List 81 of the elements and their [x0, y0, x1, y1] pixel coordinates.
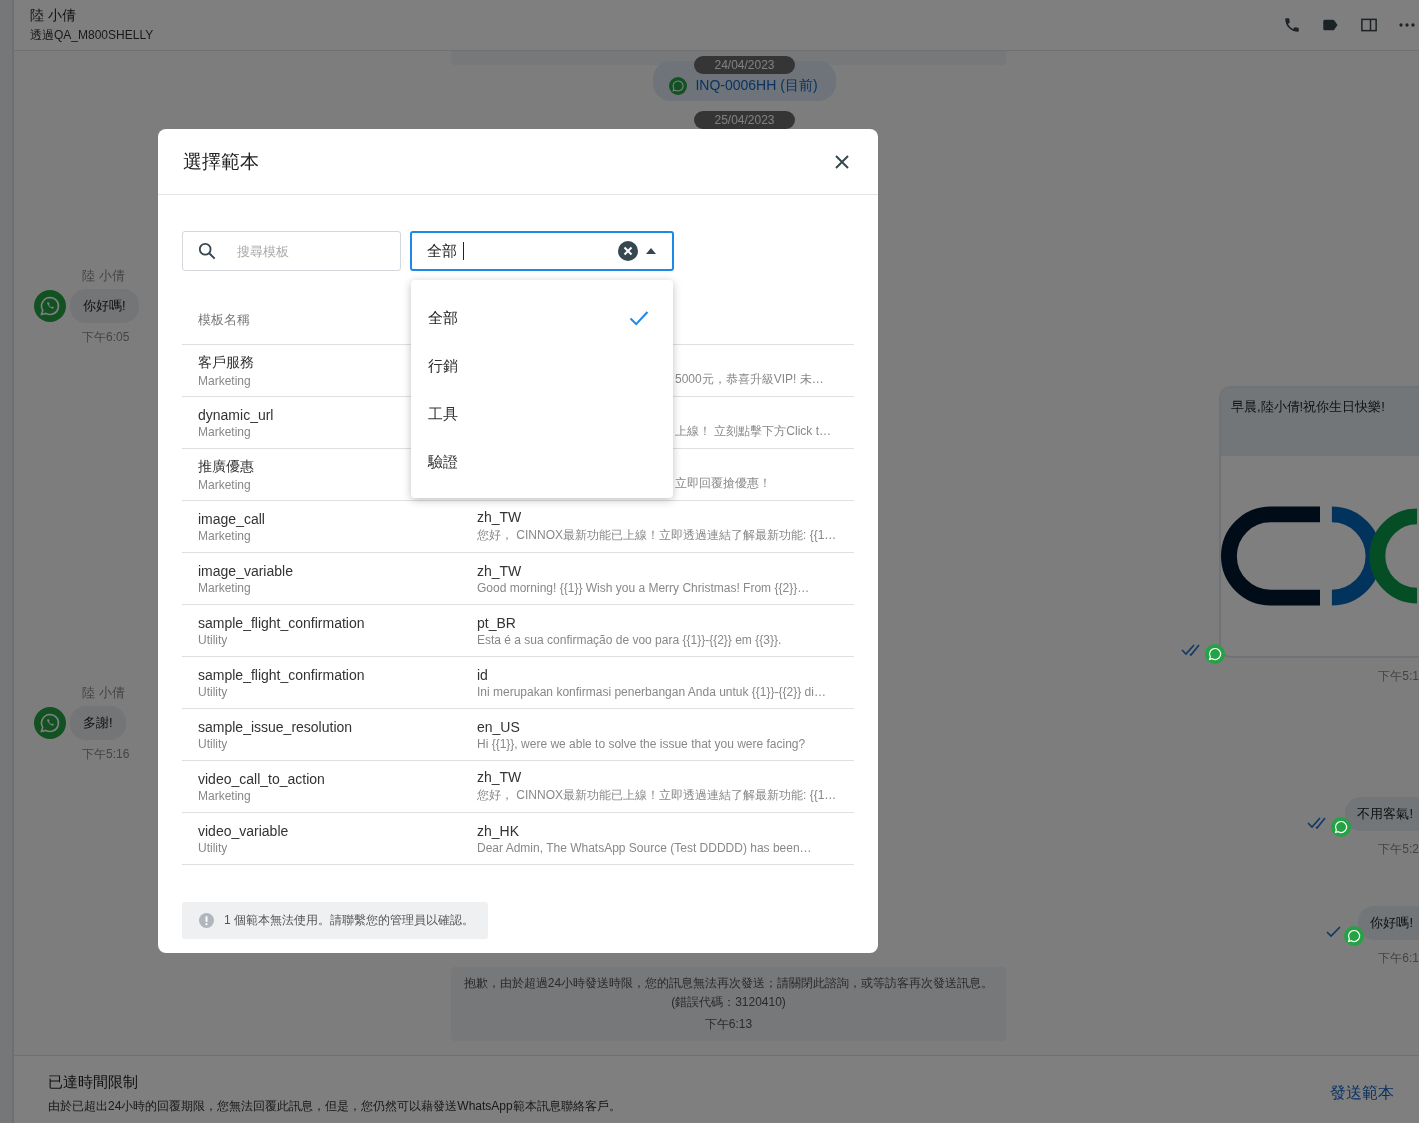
clear-icon[interactable]	[618, 241, 638, 261]
template-name: sample_flight_confirmation	[198, 614, 365, 631]
ticket-label: INQ-0006HH (目前)	[695, 77, 818, 96]
template-name: dynamic_url	[198, 406, 274, 423]
template-preview: 您好， CINNOX最新功能已上線！立即透過連結了解最新功能: {{1…	[477, 787, 837, 804]
template-row[interactable]: image_variable Marketing zh_TW Good morning! {{1}} Wish you a Merry Christmas! From {{2}}…	[182, 553, 854, 605]
notice-text: 1 個範本無法使用。請聯繫您的管理員以確認。	[224, 912, 474, 929]
contact-name: 陸 小倩	[30, 6, 77, 25]
template-category: Marketing	[198, 424, 251, 439]
info-icon	[199, 913, 214, 928]
template-category: Marketing	[198, 528, 251, 543]
template-category: Utility	[198, 684, 228, 699]
template-name: sample_issue_resolution	[198, 718, 353, 735]
template-category: Marketing	[198, 580, 251, 595]
close-icon[interactable]	[835, 154, 849, 169]
template-preview: 立即回覆搶優惠！	[675, 475, 771, 492]
template-preview: Hi {{1}}, were we able to solve the issue that you were facing?	[477, 736, 806, 751]
channel-label: 透過QA_M800SHELLY	[30, 26, 154, 44]
message-bubble: 不用客氣!	[1345, 797, 1419, 832]
date-label: 24/04/2023	[694, 56, 795, 75]
phone-icon[interactable]	[1283, 16, 1301, 35]
template-name: 推廣優惠	[198, 457, 254, 476]
template-name: video_variable	[198, 822, 289, 839]
error-code: (錯誤代碼：3120410)	[671, 994, 786, 1012]
error-message: 抱歉，由於超過24小時發送時限，您的訊息無法再次發送；請關閉此諮詢，或等訪客再次發送訊息。	[463, 975, 994, 993]
message-time: 下午6:13	[704, 1016, 753, 1034]
message-text: 早晨,陸小倩!祝你生日快樂!	[1221, 388, 1419, 457]
column-header: 模板名稱	[198, 310, 250, 329]
category-option[interactable]: 驗證	[411, 438, 673, 486]
template-preview: 5000元，恭喜升級VIP! 未…	[675, 371, 824, 388]
whatsapp-icon	[1344, 926, 1365, 947]
whatsapp-avatar-icon	[34, 290, 66, 323]
template-category: Utility	[198, 736, 228, 751]
template-preview: Esta é a sua confirmação de voo para {{1}}-{{2}} em {{3}}.	[477, 632, 782, 647]
check-icon	[629, 310, 649, 326]
template-row[interactable]: sample_flight_confirmation Utility id Ini merupakan konfirmasi penerbangan Anda untuk {{1}}-{{2}} di…	[182, 657, 854, 709]
date-label: 25/04/2023	[694, 111, 795, 130]
template-language: zh_HK	[477, 822, 520, 839]
category-option[interactable]: 行銷	[411, 342, 673, 390]
template-language: id	[477, 666, 488, 683]
template-preview: 上線！ 立刻點擊下方Click t…	[675, 423, 831, 440]
template-preview: Good morning! {{1}} Wish you a Merry Christmas! From {{2}}…	[477, 580, 810, 595]
caret-icon[interactable]	[646, 248, 656, 254]
template-category: Marketing	[198, 788, 251, 803]
dialog-title: 選擇範本	[183, 149, 259, 174]
whatsapp-icon	[669, 77, 688, 96]
category-option[interactable]: 工具	[411, 390, 673, 438]
template-language: zh_TW	[477, 562, 522, 579]
template-language: zh_TW	[477, 509, 522, 525]
template-name: image_call	[198, 510, 265, 527]
template-category: Marketing	[198, 477, 251, 492]
template-preview: Dear Admin, The WhatsApp Source (Test DDDDD) has been…	[477, 840, 812, 855]
message-bubble: 多謝!	[70, 706, 126, 741]
message-bubble: 你好嗎!	[70, 289, 139, 324]
template-name: video_call_to_action	[198, 770, 325, 787]
template-row[interactable]: sample_issue_resolution Utility en_US Hi {{1}}, were we able to solve the issue that you were facing?	[182, 709, 854, 761]
search-field[interactable]: 搜尋模板	[182, 231, 401, 271]
footer-title: 已達時間限制	[48, 1072, 139, 1092]
template-name: 客戶服務	[198, 353, 254, 372]
category-option[interactable]: 全部	[411, 294, 673, 342]
search-icon	[198, 242, 216, 260]
template-category: Utility	[198, 840, 228, 855]
template-preview: 您好， CINNOX最新功能已上線！立即透過連結了解最新功能: {{1…	[477, 527, 837, 544]
footer-description: 由於已超出24小時的回覆期限，您無法回覆此訊息，但是，您仍然可以藉發送WhatsApp範本訊息聯絡客戶。	[48, 1097, 621, 1115]
template-name: sample_flight_confirmation	[198, 666, 365, 683]
category-select[interactable]: 全部	[410, 231, 674, 271]
message-bubble: 你好嗎!	[1358, 906, 1419, 941]
template-language: zh_TW	[477, 769, 522, 785]
whatsapp-avatar-icon	[34, 707, 66, 740]
template-language: en_US	[477, 718, 520, 735]
whatsapp-icon	[1331, 817, 1352, 838]
template-row[interactable]: video_call_to_action Marketing zh_TW 您好， CINNOX最新功能已上線！立即透過連結了解最新功能: {{1…	[182, 761, 854, 813]
template-name: image_variable	[198, 562, 293, 579]
more-icon[interactable]	[1399, 22, 1415, 29]
template-language: pt_BR	[477, 614, 516, 631]
template-row[interactable]: sample_flight_confirmation Utility pt_BR Esta é a sua confirmação de voo para {{1}}-{{2}} em {{3}}.	[182, 605, 854, 657]
template-category: Utility	[198, 632, 228, 647]
template-row[interactable]: video_variable Utility zh_HK Dear Admin, The WhatsApp Source (Test DDDDD) has been…	[182, 813, 854, 865]
template-preview: Ini merupakan konfirmasi penerbangan Anda untuk {{1}}-{{2}} di…	[477, 684, 826, 699]
template-row[interactable]: image_call Marketing zh_TW 您好， CINNOX最新功能已上線！立即透過連結了解最新功能: {{1…	[182, 501, 854, 553]
template-category: Marketing	[198, 373, 251, 388]
